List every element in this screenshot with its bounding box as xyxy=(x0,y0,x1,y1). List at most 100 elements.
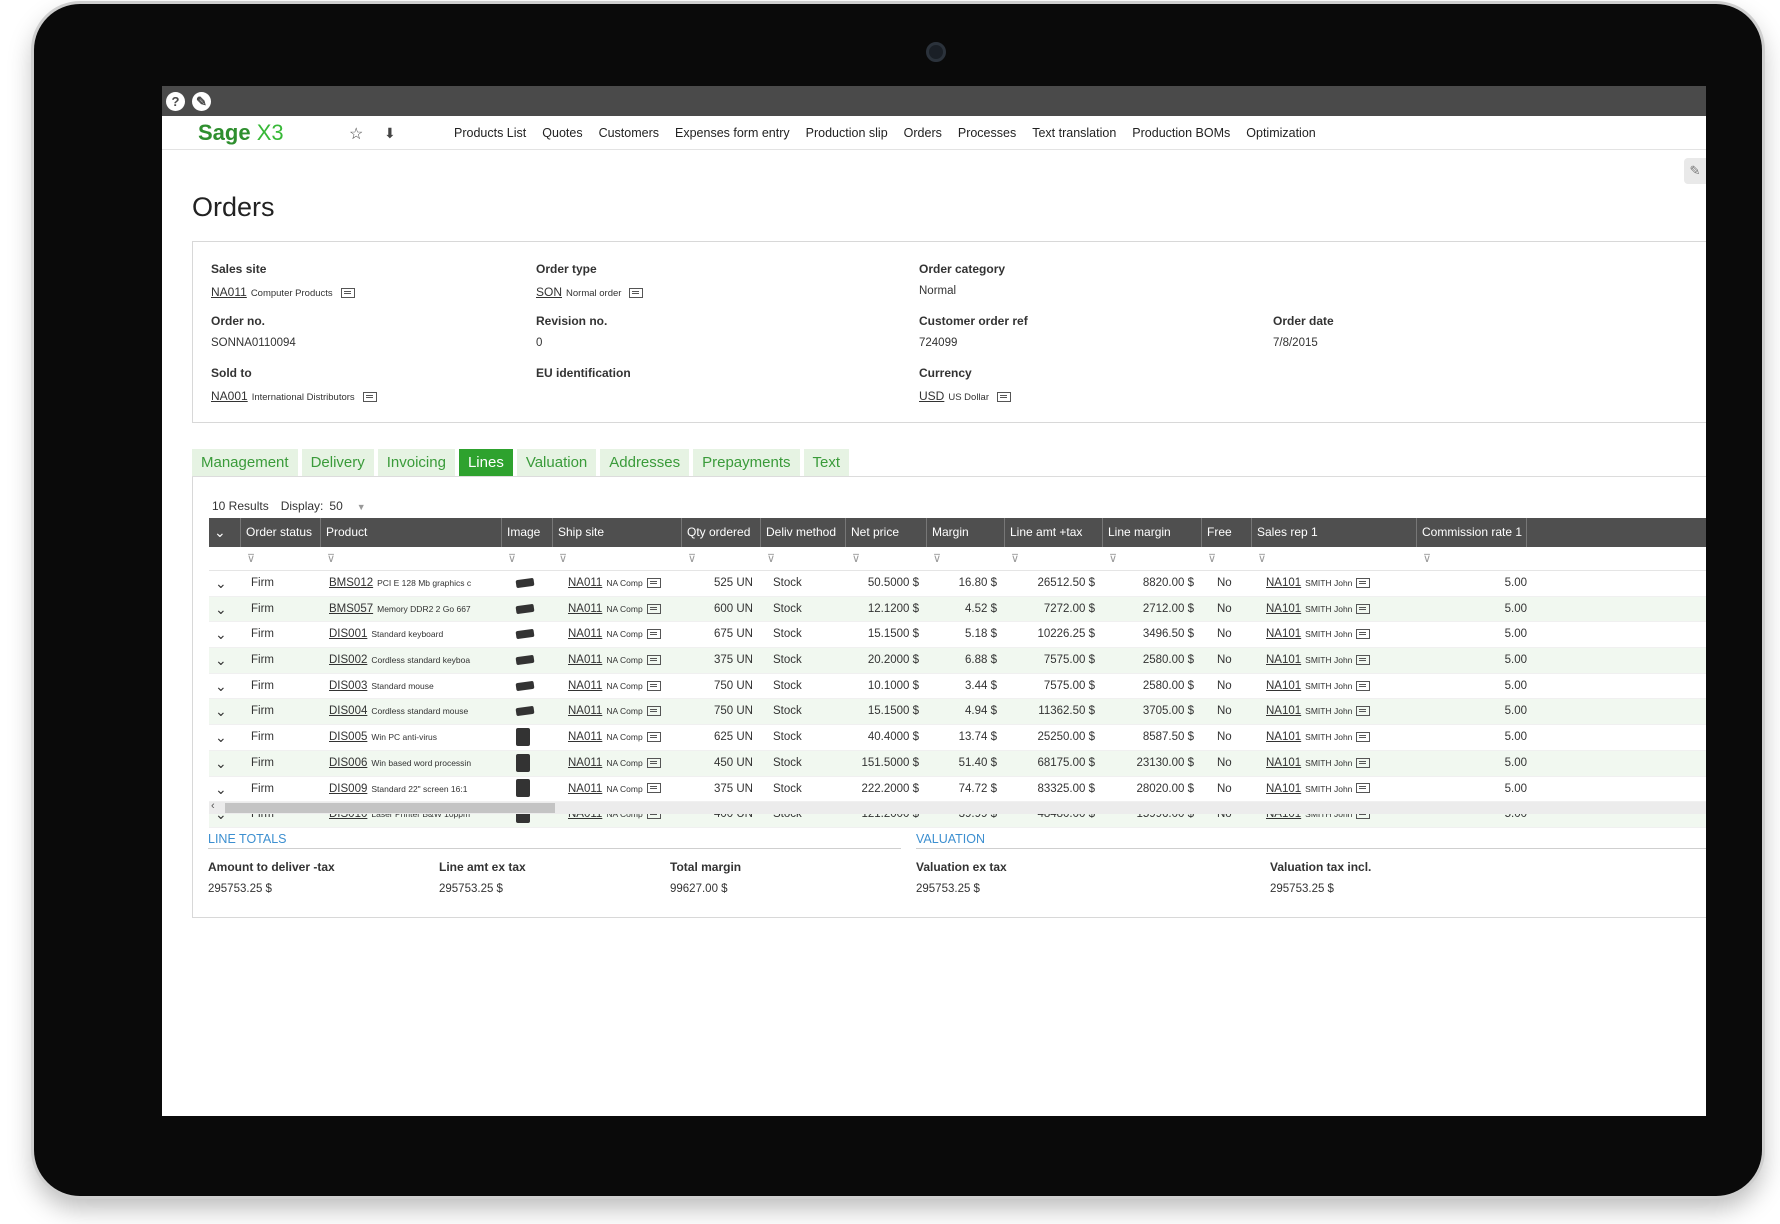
nav-optimization[interactable]: Optimization xyxy=(1246,126,1315,140)
detail-icon[interactable] xyxy=(997,391,1011,402)
chevron-down-icon[interactable]: ▼ xyxy=(357,502,366,512)
column-header[interactable]: Line amt +tax xyxy=(1005,518,1103,547)
sold-to-link[interactable]: NA001 xyxy=(211,389,248,403)
product-link[interactable]: DIS004 xyxy=(329,705,367,717)
expand-row-icon[interactable]: ⌄ xyxy=(209,725,241,750)
nav-products-list[interactable]: Products List xyxy=(454,126,526,140)
detail-icon[interactable] xyxy=(1356,603,1371,614)
tab-prepayments[interactable]: Prepayments xyxy=(693,449,800,476)
product-link[interactable]: DIS009 xyxy=(329,783,367,795)
filter-icon[interactable]: ⊽ xyxy=(1252,547,1417,570)
filter-icon[interactable]: ⊽ xyxy=(502,547,553,570)
sales-rep-link[interactable]: NA101 xyxy=(1266,757,1301,769)
detail-icon[interactable] xyxy=(646,603,661,614)
table-row[interactable]: ⌄ Firm BMS012 PCI E 128 Mb graphics c NA011 N… xyxy=(209,571,1706,597)
product-link[interactable]: DIS001 xyxy=(329,628,367,640)
expand-row-icon[interactable]: ⌄ xyxy=(209,751,241,776)
column-header[interactable]: Commission rate 1 xyxy=(1417,518,1527,547)
detail-icon[interactable] xyxy=(362,391,377,402)
ship-site-link[interactable]: NA011 xyxy=(568,628,602,640)
expand-row-icon[interactable]: ⌄ xyxy=(209,777,241,802)
tab-text[interactable]: Text xyxy=(803,449,850,476)
star-icon[interactable]: ☆ xyxy=(349,124,363,144)
sage-logo[interactable]: Sage X3 xyxy=(198,120,284,146)
column-header[interactable]: Free xyxy=(1202,518,1252,547)
scroll-thumb[interactable] xyxy=(225,803,555,813)
sales-rep-link[interactable]: NA101 xyxy=(1266,628,1301,640)
ship-site-link[interactable]: NA011 xyxy=(568,757,602,769)
expand-row-icon[interactable]: ⌄ xyxy=(209,699,241,724)
detail-icon[interactable] xyxy=(1356,577,1371,588)
table-row[interactable]: ⌄ Firm DIS002 Cordless standard keyboa NA011… xyxy=(209,648,1706,674)
tab-invoicing[interactable]: Invoicing xyxy=(377,449,455,476)
nav-production-slip[interactable]: Production slip xyxy=(806,126,888,140)
product-link[interactable]: BMS012 xyxy=(329,577,373,589)
sales-rep-link[interactable]: NA101 xyxy=(1266,705,1301,717)
filter-icon[interactable]: ⊽ xyxy=(682,547,761,570)
sales-rep-link[interactable]: NA101 xyxy=(1266,603,1301,615)
nav-quotes[interactable]: Quotes xyxy=(542,126,582,140)
ship-site-link[interactable]: NA011 xyxy=(568,783,602,795)
detail-icon[interactable] xyxy=(1356,706,1371,717)
column-header[interactable]: Net price xyxy=(846,518,927,547)
tab-management[interactable]: Management xyxy=(192,449,298,476)
table-row[interactable]: ⌄ Firm DIS006 Win based word processin NA011… xyxy=(209,750,1706,777)
table-row[interactable]: ⌄ Firm DIS001 Standard keyboard NA011 NA Comp… xyxy=(209,622,1706,649)
filter-icon[interactable]: ⊽ xyxy=(846,547,927,570)
filter-icon[interactable]: ⊽ xyxy=(1202,547,1252,570)
table-row[interactable]: ⌄ Firm DIS005 Win PC anti-virus NA011 NA Comp… xyxy=(209,725,1706,751)
filter-icon[interactable]: ⊽ xyxy=(927,547,1005,570)
detail-icon[interactable] xyxy=(646,680,661,691)
currency-link[interactable]: USD xyxy=(919,389,944,403)
dropdown-icon[interactable]: ⬇ xyxy=(384,125,396,142)
table-row[interactable]: ⌄ Firm DIS004 Cordless standard mouse NA011 N… xyxy=(209,699,1706,726)
expand-row-icon[interactable]: ⌄ xyxy=(209,648,241,673)
detail-icon[interactable] xyxy=(629,287,644,298)
filter-icon[interactable]: ⊽ xyxy=(1005,547,1103,570)
filter-icon[interactable]: ⊽ xyxy=(1417,547,1527,570)
ship-site-link[interactable]: NA011 xyxy=(568,603,602,615)
nav-text-translation[interactable]: Text translation xyxy=(1032,126,1116,140)
column-header[interactable]: Line margin xyxy=(1103,518,1202,547)
expand-row-icon[interactable]: ⌄ xyxy=(209,571,241,596)
tools-icon[interactable]: ✎ xyxy=(192,92,211,111)
column-header[interactable]: Ship site xyxy=(553,518,682,547)
table-row[interactable]: ⌄ Firm BMS057 Memory DDR2 2 Go 667 NA011 NA C… xyxy=(209,596,1706,623)
detail-icon[interactable] xyxy=(646,783,661,794)
product-link[interactable]: DIS006 xyxy=(329,757,367,769)
column-header[interactable]: Margin xyxy=(927,518,1005,547)
nav-expenses-form-entry[interactable]: Expenses form entry xyxy=(675,126,790,140)
sales-rep-link[interactable]: NA101 xyxy=(1266,654,1301,666)
table-row[interactable]: ⌄ Firm DIS009 Standard 22" screen 16:1 NA011… xyxy=(209,777,1706,803)
tab-addresses[interactable]: Addresses xyxy=(600,449,690,476)
table-row[interactable]: ⌄ Firm DIS003 Standard mouse NA011 NA Comp 750… xyxy=(209,674,1706,700)
detail-icon[interactable] xyxy=(1356,757,1371,768)
product-link[interactable]: DIS003 xyxy=(329,680,367,692)
ship-site-link[interactable]: NA011 xyxy=(568,731,602,743)
expand-row-icon[interactable]: ⌄ xyxy=(209,597,241,622)
detail-icon[interactable] xyxy=(1356,732,1371,743)
column-header[interactable]: Sales rep 1 xyxy=(1252,518,1417,547)
nav-customers[interactable]: Customers xyxy=(599,126,659,140)
wrench-icon[interactable]: ✎ xyxy=(1684,158,1706,184)
column-header[interactable]: Product xyxy=(321,518,502,547)
nav-orders[interactable]: Orders xyxy=(904,126,942,140)
detail-icon[interactable] xyxy=(646,629,661,640)
detail-icon[interactable] xyxy=(646,757,661,768)
display-select[interactable]: 50 xyxy=(329,499,342,513)
filter-icon[interactable]: ⊽ xyxy=(761,547,846,570)
sales-site-link[interactable]: NA011 xyxy=(211,285,247,299)
expand-row-icon[interactable]: ⌄ xyxy=(209,674,241,699)
filter-icon[interactable]: ⊽ xyxy=(321,547,502,570)
sales-rep-link[interactable]: NA101 xyxy=(1266,783,1301,795)
detail-icon[interactable] xyxy=(1356,783,1371,794)
column-header[interactable]: Image xyxy=(502,518,553,547)
sales-rep-link[interactable]: NA101 xyxy=(1266,577,1301,589)
horizontal-scrollbar[interactable]: ‹ xyxy=(209,800,1706,814)
detail-icon[interactable] xyxy=(340,287,355,298)
help-icon[interactable]: ? xyxy=(166,92,185,111)
detail-icon[interactable] xyxy=(1356,680,1371,691)
ship-site-link[interactable]: NA011 xyxy=(568,577,602,589)
expand-row-icon[interactable]: ⌄ xyxy=(209,622,241,647)
column-header[interactable]: Deliv method xyxy=(761,518,846,547)
